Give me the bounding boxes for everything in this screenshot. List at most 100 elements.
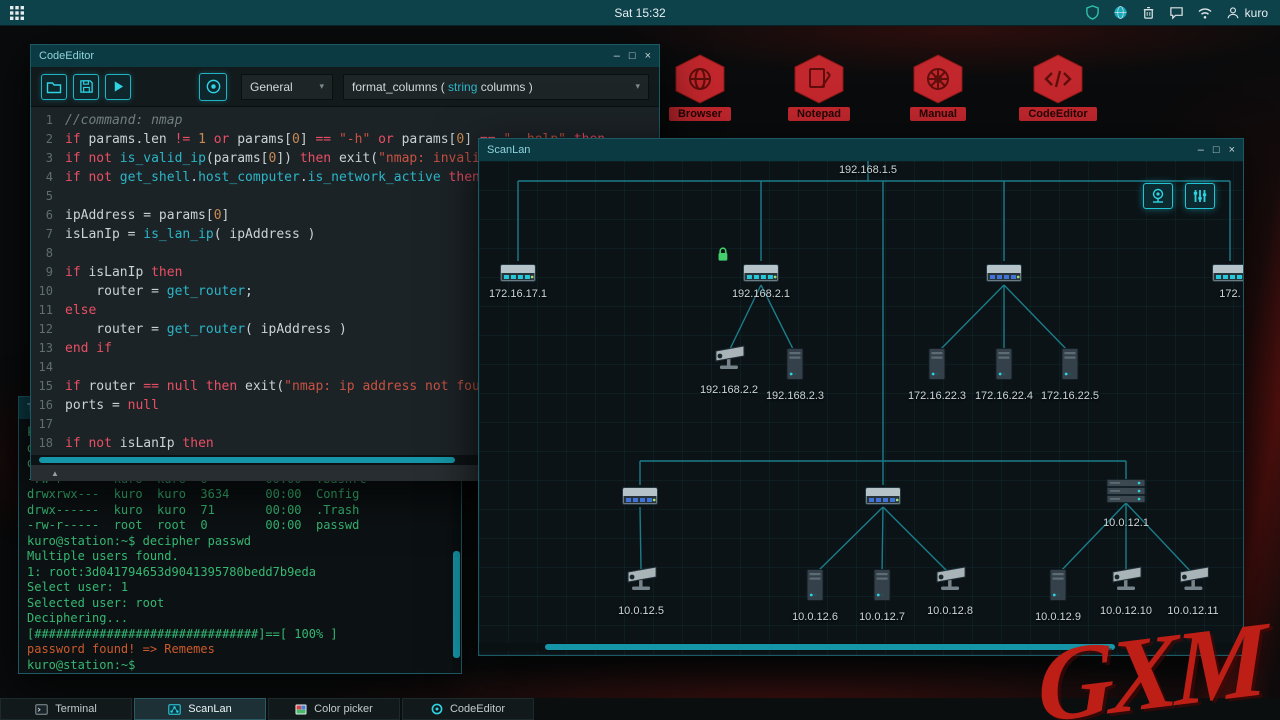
globe-icon[interactable] bbox=[1113, 5, 1128, 20]
taskbar-item-scanlan[interactable]: ScanLan bbox=[134, 698, 266, 720]
code-line: 1//command: nmap bbox=[31, 111, 659, 130]
network-node[interactable]: 10.0.12.5 bbox=[618, 559, 664, 617]
topbar: Sat 15:32 kuro bbox=[0, 0, 1280, 26]
taskbar-item-color-picker[interactable]: Color picker bbox=[268, 698, 400, 720]
code-token: if not bbox=[65, 170, 120, 185]
code-token: exit( bbox=[245, 379, 284, 394]
code-text: ipAddress = params[0] bbox=[65, 206, 229, 225]
server-icon bbox=[1048, 565, 1068, 605]
node-ip-label: 10.0.12.5 bbox=[618, 605, 664, 617]
taskbar-item-terminal[interactable]: Terminal bbox=[0, 698, 132, 720]
terminal-line: drwxrwx--- kuro kuro 3634 00:00 Config bbox=[27, 487, 452, 503]
network-node[interactable] bbox=[621, 483, 659, 509]
code-token: router bbox=[88, 379, 143, 394]
terminal-line: [###############################]==[ 100… bbox=[27, 627, 452, 643]
apps-menu-button[interactable] bbox=[0, 0, 34, 26]
open-file-button[interactable] bbox=[41, 74, 67, 100]
network-node[interactable]: 10.0.12.10 bbox=[1100, 559, 1152, 617]
code-text: else bbox=[65, 301, 96, 320]
scrollbar-thumb[interactable] bbox=[453, 551, 460, 658]
code-token: == null then bbox=[143, 379, 245, 394]
maximize-button[interactable]: □ bbox=[629, 51, 636, 62]
code-token: ]) bbox=[276, 151, 299, 166]
trash-icon[interactable] bbox=[1141, 5, 1156, 20]
user-menu[interactable]: kuro bbox=[1226, 6, 1268, 20]
line-number: 1 bbox=[31, 111, 65, 130]
network-node[interactable]: 192.168.2.2 bbox=[700, 338, 758, 396]
terminal-line: Selected user: root bbox=[27, 596, 452, 612]
network-node[interactable]: 172.16.22.4 bbox=[975, 344, 1033, 402]
node-ip-label: 10.0.12.1 bbox=[1103, 517, 1149, 529]
terminal-line: kuro@station:~$ decipher passwd bbox=[27, 534, 452, 550]
network-node[interactable]: 172. bbox=[1211, 260, 1243, 300]
scanlan-titlebar[interactable]: ScanLan – □ × bbox=[479, 139, 1243, 161]
scrollbar-thumb[interactable] bbox=[39, 457, 455, 463]
close-button[interactable]: × bbox=[645, 51, 651, 62]
taskbar-item-label: ScanLan bbox=[188, 703, 231, 715]
line-number: 10 bbox=[31, 282, 65, 301]
scrollbar-thumb[interactable] bbox=[545, 644, 1115, 650]
signature-dropdown[interactable]: format_columns ( string columns ) ▾ bbox=[343, 74, 649, 100]
code-brackets-icon bbox=[1031, 54, 1085, 104]
save-file-button[interactable] bbox=[73, 74, 99, 100]
close-button[interactable]: × bbox=[1229, 145, 1235, 156]
code-token: 0 bbox=[292, 132, 300, 147]
scroll-up-icon[interactable]: ▲ bbox=[51, 469, 59, 478]
network-node[interactable]: 172.16.22.5 bbox=[1041, 344, 1099, 402]
switch-icon bbox=[621, 483, 659, 509]
node-ip-label: 192.168.2.2 bbox=[700, 384, 758, 396]
filter-tool-button[interactable] bbox=[1185, 183, 1215, 209]
network-node[interactable]: 192.168.2.3 bbox=[766, 344, 824, 402]
line-number: 3 bbox=[31, 149, 65, 168]
network-node[interactable]: 10.0.12.1 bbox=[1103, 471, 1149, 529]
camera-tool-button[interactable] bbox=[1143, 183, 1173, 209]
desktop-icon-notepad[interactable]: Notepad bbox=[771, 54, 867, 121]
desktop-icon-manual[interactable]: Manual bbox=[890, 54, 986, 121]
network-map[interactable]: 192.168.1.5 172.16.17.1 192.168.2.1 172. 192… bbox=[479, 161, 1243, 655]
node-ip-label: 10.0.12.6 bbox=[792, 611, 838, 623]
network-node[interactable]: 10.0.12.9 bbox=[1035, 565, 1081, 623]
chevron-down-icon: ▾ bbox=[627, 81, 640, 92]
code-editor-titlebar[interactable]: CodeEditor – □ × bbox=[31, 45, 659, 67]
network-node[interactable]: 10.0.12.6 bbox=[792, 565, 838, 623]
network-node[interactable]: 10.0.12.8 bbox=[927, 559, 973, 617]
desktop-icon-codeeditor[interactable]: CodeEditor bbox=[1010, 54, 1106, 121]
node-ip-label: 192.168.2.3 bbox=[766, 390, 824, 402]
minimize-button[interactable]: – bbox=[1198, 145, 1204, 156]
line-number: 7 bbox=[31, 225, 65, 244]
maximize-button[interactable]: □ bbox=[1213, 145, 1220, 156]
network-node[interactable] bbox=[864, 483, 902, 509]
category-dropdown[interactable]: General ▾ bbox=[241, 74, 333, 100]
terminal-line: -rw-r----- root root 0 00:00 passwd bbox=[27, 518, 452, 534]
network-node[interactable]: 172.16.22.3 bbox=[908, 344, 966, 402]
run-button[interactable] bbox=[105, 74, 131, 100]
filter-tool-icon bbox=[1192, 188, 1208, 204]
code-token: params[ bbox=[237, 132, 292, 147]
network-node[interactable]: 10.0.12.7 bbox=[859, 565, 905, 623]
taskbar-item-label: Terminal bbox=[55, 703, 97, 715]
code-text: router = get_router( ipAddress ) bbox=[65, 320, 347, 339]
code-token: isLanIp = bbox=[65, 227, 143, 242]
shield-icon[interactable] bbox=[1085, 5, 1100, 20]
minimize-button[interactable]: – bbox=[614, 51, 620, 62]
line-number: 15 bbox=[31, 377, 65, 396]
desktop-icon-label: Manual bbox=[910, 107, 966, 121]
line-number: 17 bbox=[31, 415, 65, 434]
network-node[interactable] bbox=[985, 260, 1023, 286]
taskbar-item-codeeditor[interactable]: CodeEditor bbox=[402, 698, 534, 720]
desktop-screen: Sat 15:32 kuro Browser Notepad Manual bbox=[0, 0, 1280, 720]
desktop-icon-label: Browser bbox=[669, 107, 731, 121]
network-node[interactable]: 192.168.2.1 bbox=[732, 260, 790, 300]
taskbar-item-label: CodeEditor bbox=[450, 703, 505, 715]
node-ip-label: 172. bbox=[1219, 288, 1240, 300]
wifi-icon[interactable] bbox=[1197, 6, 1213, 20]
network-node[interactable]: 172.16.17.1 bbox=[489, 260, 547, 300]
chat-icon[interactable] bbox=[1169, 5, 1184, 20]
code-token: if not bbox=[65, 436, 120, 451]
code-token bbox=[441, 170, 449, 185]
target-button[interactable] bbox=[199, 73, 227, 101]
code-token: else bbox=[65, 303, 96, 318]
desktop-icon-browser[interactable]: Browser bbox=[652, 54, 748, 121]
node-ip-label: 192.168.1.5 bbox=[839, 164, 897, 176]
code-token: params.len bbox=[88, 132, 174, 147]
